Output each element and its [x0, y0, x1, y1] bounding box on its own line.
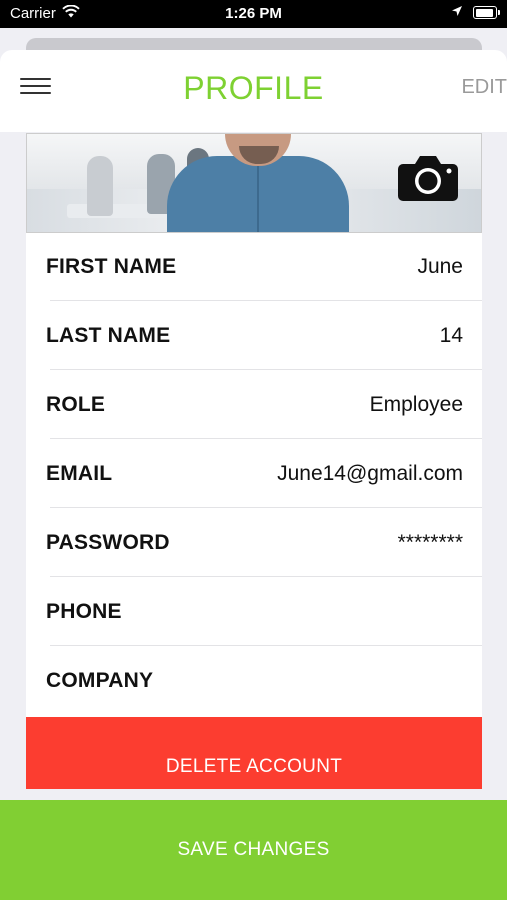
status-time: 1:26 PM: [225, 5, 282, 22]
field-company[interactable]: COMPANY: [26, 647, 482, 715]
field-label: FIRST NAME: [46, 255, 177, 278]
field-first-name[interactable]: FIRST NAME June: [26, 233, 482, 301]
field-label: ROLE: [46, 393, 106, 416]
save-changes-button[interactable]: SAVE CHANGES: [0, 800, 507, 900]
field-phone[interactable]: PHONE: [26, 578, 482, 646]
profile-sheet: PROFILE EDIT FIRST NAME June LAST NAME 1…: [0, 28, 507, 900]
page-title: PROFILE: [183, 70, 324, 106]
status-bar: Carrier 1:26 PM: [0, 0, 507, 28]
field-label: EMAIL: [46, 462, 113, 485]
divider: [50, 438, 482, 439]
divider: [50, 300, 482, 301]
field-email[interactable]: EMAIL June14@gmail.com: [26, 440, 482, 508]
divider: [50, 645, 482, 646]
divider: [50, 369, 482, 370]
field-label: PHONE: [46, 600, 122, 623]
field-value[interactable]: ********: [398, 531, 463, 555]
divider: [50, 507, 482, 508]
field-last-name[interactable]: LAST NAME 14: [26, 302, 482, 370]
field-label: COMPANY: [46, 669, 154, 692]
field-role[interactable]: ROLE Employee: [26, 371, 482, 439]
camera-icon[interactable]: [397, 154, 459, 202]
field-password[interactable]: PASSWORD ********: [26, 509, 482, 577]
field-label: PASSWORD: [46, 531, 170, 554]
field-value[interactable]: June14@gmail.com: [277, 462, 463, 486]
edit-button[interactable]: EDIT: [461, 76, 507, 99]
field-label: LAST NAME: [46, 324, 171, 347]
profile-photo: [26, 133, 482, 233]
field-value[interactable]: 14: [440, 324, 463, 348]
profile-form: FIRST NAME June LAST NAME 14 ROLE Employ…: [26, 233, 482, 717]
battery-icon: [473, 6, 500, 19]
field-value[interactable]: June: [417, 255, 463, 279]
field-value[interactable]: Employee: [370, 393, 463, 417]
status-right: [451, 4, 500, 21]
delete-account-button[interactable]: DELETE ACCOUNT: [26, 717, 482, 789]
header: PROFILE EDIT: [0, 50, 507, 132]
location-arrow-icon: [451, 4, 463, 21]
divider: [50, 576, 482, 577]
